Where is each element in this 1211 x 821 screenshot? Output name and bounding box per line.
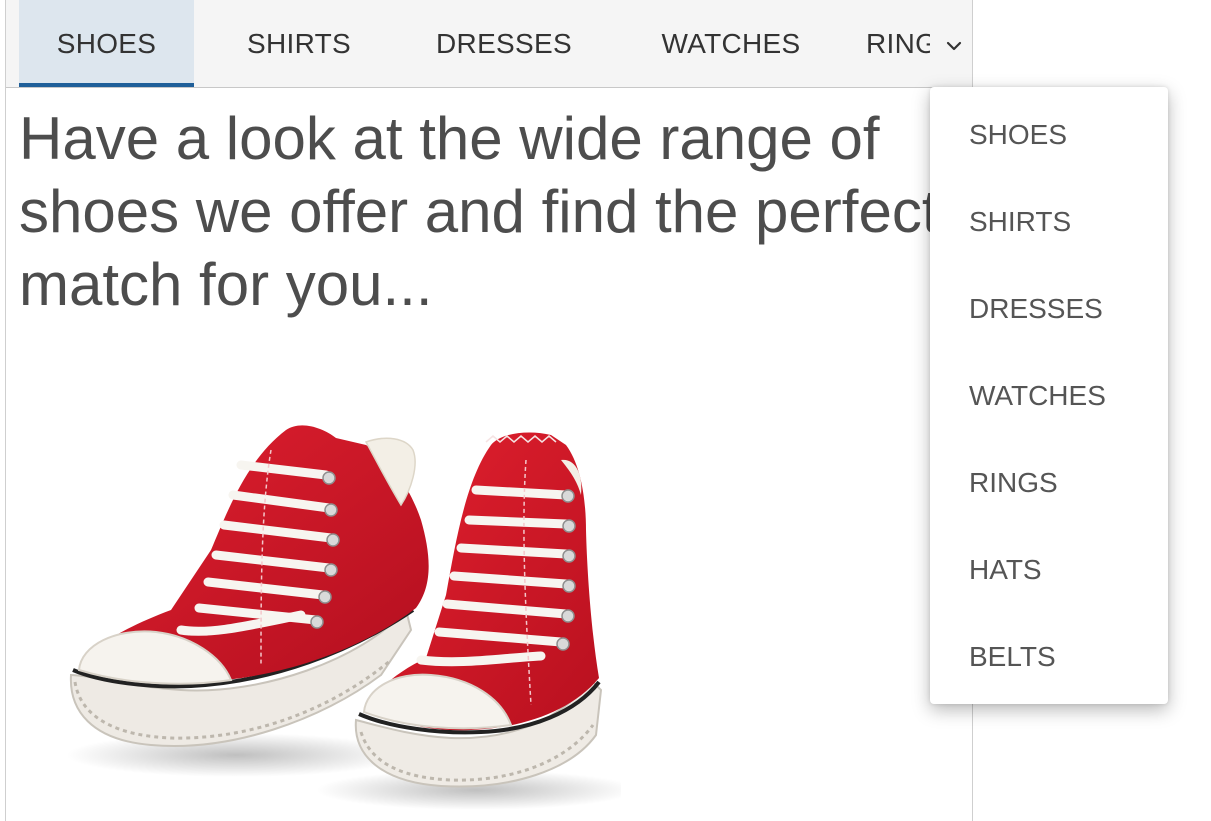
tab-label: WATCHES [661,27,801,59]
tab-watches[interactable]: WATCHES [624,0,838,87]
tab-label: RINGS [866,27,930,59]
tab-shirts[interactable]: SHIRTS [204,0,394,87]
content-headline: Have a look at the wide range of shoes w… [19,105,939,318]
tab-rings[interactable]: RINGS [866,0,930,87]
dropdown-item-label: SHIRTS [969,205,1072,237]
tab-label: SHOES [56,27,157,59]
tab-strip: SHOES SHIRTS DRESSES WATCHES RINGS [6,0,972,88]
dropdown-item-label: RINGS [969,466,1058,498]
dropdown-item-label: BELTS [969,640,1056,672]
tab-shoes[interactable]: SHOES [19,0,194,87]
tab-dresses[interactable]: DRESSES [404,0,604,87]
page: SHOES SHIRTS DRESSES WATCHES RINGS Have … [0,0,1211,821]
dropdown-item-label: HATS [969,553,1042,585]
dropdown-item-shirts[interactable]: SHIRTS [930,178,1168,265]
tab-control: SHOES SHIRTS DRESSES WATCHES RINGS Have … [5,0,973,821]
dropdown-item-dresses[interactable]: DRESSES [930,265,1168,352]
dropdown-item-hats[interactable]: HATS [930,526,1168,613]
dropdown-item-label: WATCHES [969,379,1106,411]
chevron-down-icon[interactable] [942,34,966,58]
tab-label: DRESSES [436,27,572,59]
dropdown-item-watches[interactable]: WATCHES [930,352,1168,439]
dropdown-item-shoes[interactable]: SHOES [930,91,1168,178]
tab-label: SHIRTS [247,27,351,59]
dropdown-item-label: DRESSES [969,292,1103,324]
tab-overflow-dropdown: SHOES SHIRTS DRESSES WATCHES RINGS HATS … [930,87,1168,704]
dropdown-item-label: SHOES [969,118,1068,150]
dropdown-item-rings[interactable]: RINGS [930,439,1168,526]
dropdown-item-belts[interactable]: BELTS [930,613,1168,700]
sneakers-image [66,425,621,810]
